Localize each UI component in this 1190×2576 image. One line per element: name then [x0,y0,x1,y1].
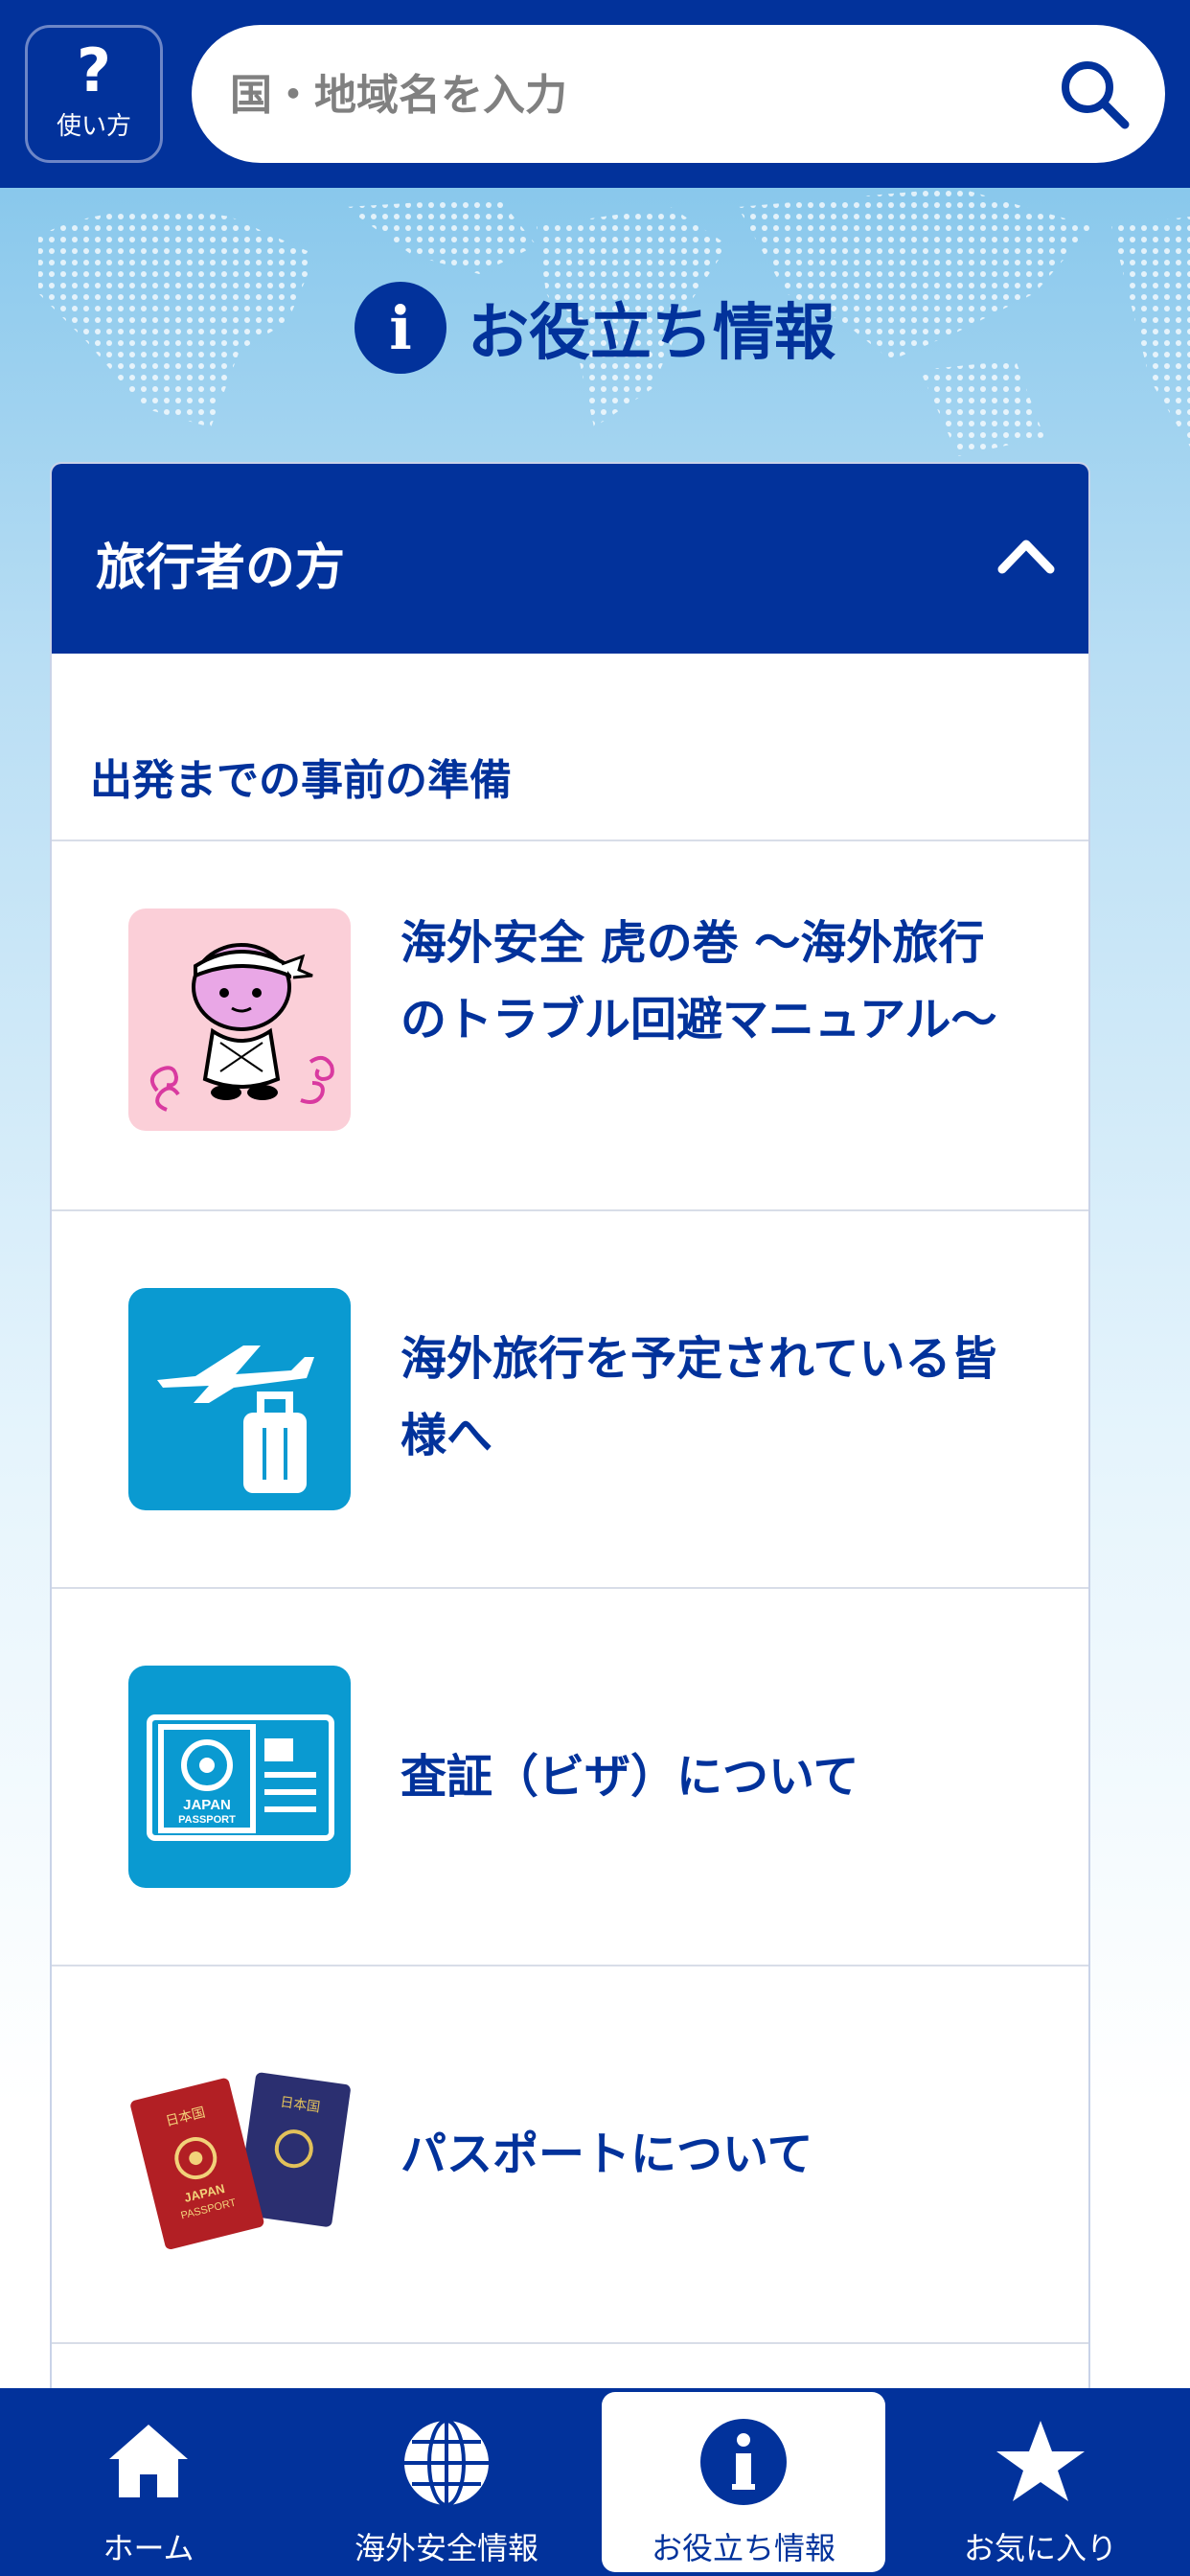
passport-visa-icon: JAPAN PASSPORT [128,1666,351,1888]
nav-safety-info[interactable]: 海外安全情報 [297,2388,596,2576]
search-icon[interactable] [1056,56,1133,132]
question-icon: ? [77,35,111,105]
help-button[interactable]: ? 使い方 [25,25,163,163]
nav-label: お気に入り [963,2530,1117,2566]
airplane-suitcase-icon [128,1288,351,1510]
search-bar[interactable] [192,25,1165,165]
nav-label: 海外安全情報 [354,2530,538,2566]
page-title: お役立ち情報 [468,298,835,369]
nav-label: お役立ち情報 [651,2530,835,2566]
page-heading: i お役立ち情報 [0,270,1190,385]
nav-home[interactable]: ホーム [0,2388,297,2576]
search-input[interactable] [228,25,1018,165]
passports-icon: 日本国 日本国 JAPAN PASSPORT [128,2043,351,2266]
home-icon [109,2425,188,2497]
svg-text:JAPAN: JAPAN [183,1797,231,1813]
info-icon: i [355,282,446,374]
item-label: 海外旅行を予定されている皆様へ [400,1332,997,1462]
list-item-tiger-manual[interactable]: 海外安全 虎の巻 ～海外旅行のトラブル回避マニュアル～ [52,834,1088,1211]
star-icon [996,2421,1085,2501]
item-label: 査証（ビザ）について [400,1750,859,1804]
tiger-mascot-icon [128,908,351,1131]
bottom-navigation: ホーム 海外安全情報 お役立ち情報 お気に入り [0,2388,1190,2576]
nav-favorites[interactable]: お気に入り [891,2388,1190,2576]
list-item-passport[interactable]: 日本国 日本国 JAPAN PASSPORT パスポートについて [52,1966,1088,2344]
help-label: 使い方 [56,112,131,141]
info-icon [700,2419,787,2505]
list-item-visa[interactable]: JAPAN PASSPORT 査証（ビザ）について [52,1589,1088,1966]
globe-icon [404,2419,489,2507]
list-item-tiger[interactable] [52,464,1088,841]
item-label: 海外安全 虎の巻 ～海外旅行のトラブル回避マニュアル～ [400,916,997,1046]
svg-text:PASSPORT: PASSPORT [178,1814,236,1826]
nav-useful-info[interactable]: お役立ち情報 [602,2388,885,2576]
item-label: パスポートについて [400,2128,813,2181]
top-bar: ? 使い方 [0,0,1190,188]
list-item-travel-notice[interactable]: 海外旅行を予定されている皆様へ [52,1211,1088,1589]
nav-label: ホーム [103,2530,195,2566]
